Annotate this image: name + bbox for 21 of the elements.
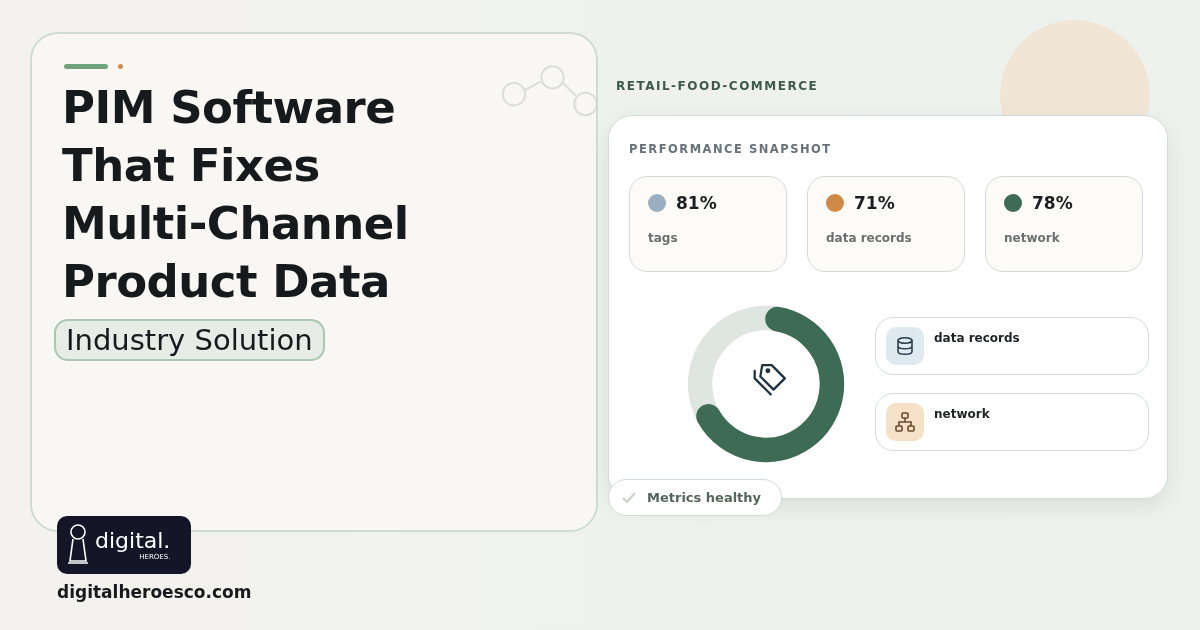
stat-value: 81% — [676, 193, 717, 213]
headline: PIM Software That Fixes Multi-Channel Product Data — [62, 80, 409, 310]
stat-label: network — [1004, 231, 1061, 245]
stat-label: data records — [826, 231, 913, 245]
industry-label: RETAIL-FOOD-COMMERCE — [616, 79, 819, 93]
industry-tag: Industry Solution — [54, 319, 325, 361]
logo-wordmark: digital. — [95, 529, 171, 553]
metric-label: network — [934, 407, 990, 421]
section-heading: PERFORMANCE SNAPSHOT — [629, 142, 833, 156]
database-icon — [895, 336, 915, 356]
tags-icon — [753, 364, 786, 396]
stat-value: 71% — [854, 193, 895, 213]
stat-value: 78% — [1032, 193, 1073, 213]
website-url: digitalheroesco.com — [57, 582, 252, 602]
check-icon — [621, 490, 637, 505]
stat-label: tags — [648, 231, 679, 245]
hierarchy-icon — [894, 411, 916, 433]
accent-dot — [118, 64, 123, 69]
accent-bar — [64, 64, 108, 69]
metric-label: data records — [934, 331, 1020, 345]
status-text: Metrics healthy — [647, 490, 762, 505]
